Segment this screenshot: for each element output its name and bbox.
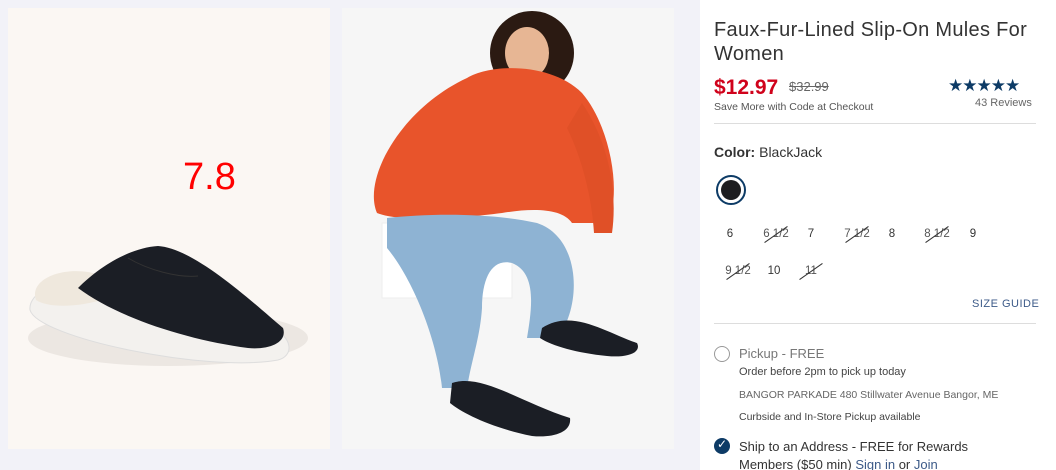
size-option-9-5[interactable]: 9 1/2 [720, 265, 756, 277]
size-option-6[interactable]: 6 [712, 228, 748, 240]
pickup-title: Pickup - FREE [739, 346, 825, 361]
reviews-link[interactable]: 43 Reviews [975, 97, 1032, 109]
sign-in-link[interactable]: Sign in [855, 457, 895, 470]
ship-subtitle: Members ($50 min) Sign in or Join [739, 457, 938, 470]
size-option-8[interactable]: 8 [874, 228, 910, 240]
size-option-10[interactable]: 10 [756, 265, 792, 277]
store-address: BANGOR PARKADE 480 Stillwater Avenue Ban… [739, 389, 999, 401]
product-image-shoe[interactable]: 7.8 [8, 8, 330, 449]
model-illustration [342, 8, 674, 449]
rating-stars-icon[interactable]: ★★★★★ [948, 76, 1020, 96]
divider [714, 323, 1036, 324]
ship-min-text: Members ($50 min) [739, 457, 852, 470]
ship-radio-check-icon[interactable] [714, 437, 730, 454]
promo-text: Save More with Code at Checkout [714, 101, 874, 113]
color-label: Color: BlackJack [714, 144, 822, 160]
or-text: or [898, 457, 911, 470]
size-option-11[interactable]: 11 [793, 265, 829, 277]
ship-title: Ship to an Address - FREE for Rewards [739, 439, 969, 454]
size-option-6-5[interactable]: 6 1/2 [758, 228, 794, 240]
curbside-note: Curbside and In-Store Pickup available [739, 411, 921, 423]
sale-price: $12.97 [714, 76, 779, 99]
size-option-7-5[interactable]: 7 1/2 [839, 228, 875, 240]
color-swatch-blackjack[interactable] [716, 175, 746, 205]
divider [714, 123, 1036, 124]
original-price: $32.99 [789, 79, 829, 94]
swatch-fill [721, 180, 741, 200]
size-option-7[interactable]: 7 [793, 228, 829, 240]
size-option-8-5[interactable]: 8 1/2 [919, 228, 955, 240]
size-guide-link[interactable]: SIZE GUIDE [972, 298, 1039, 310]
join-link[interactable]: Join [914, 457, 938, 470]
product-title: Faux-Fur-Lined Slip-On Mules For Women [714, 19, 1028, 65]
size-option-9[interactable]: 9 [955, 228, 991, 240]
product-image-model[interactable] [342, 8, 674, 449]
product-info-panel: Faux-Fur-Lined Slip-On Mules For Women $… [700, 0, 1056, 470]
pickup-radio[interactable] [714, 346, 730, 362]
overlay-number: 7.8 [183, 156, 236, 198]
shoe-illustration [8, 8, 330, 449]
pickup-note: Order before 2pm to pick up today [739, 366, 906, 378]
color-value: BlackJack [759, 144, 823, 160]
color-label-key: Color: [714, 144, 756, 160]
